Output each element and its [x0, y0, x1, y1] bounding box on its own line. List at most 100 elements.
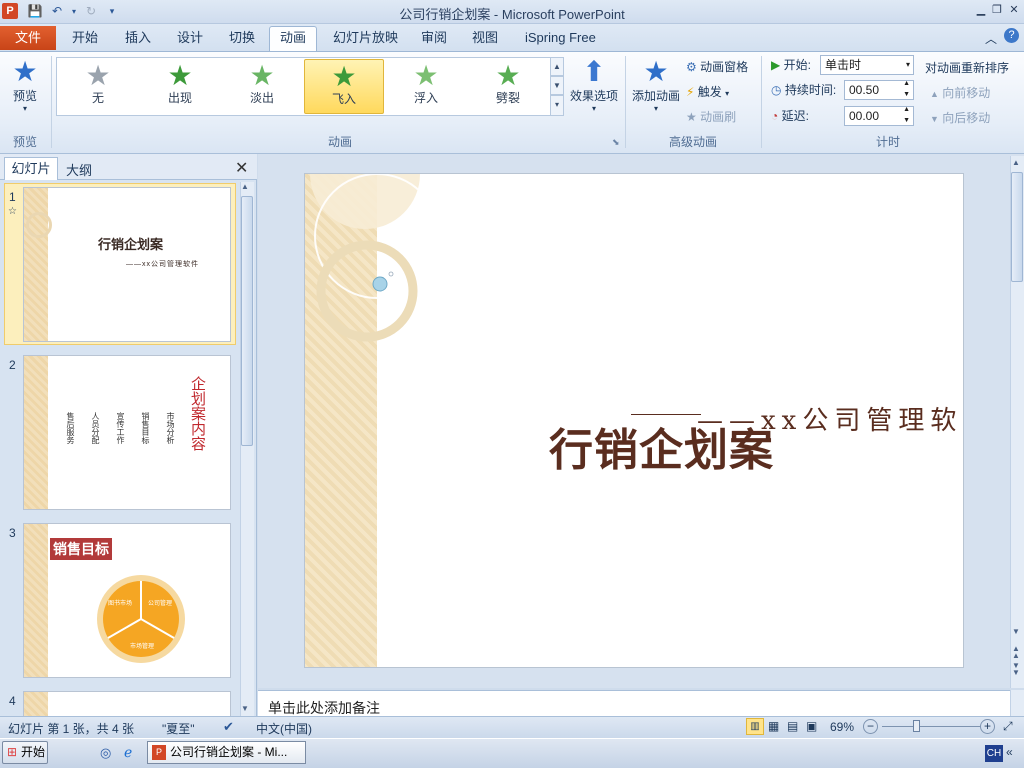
scroll-up-icon[interactable]: ▲ [1012, 158, 1020, 167]
dialog-launcher-icon[interactable]: ⬊ [612, 137, 620, 148]
previous-slide-icon[interactable]: ▲ ▲ [1012, 645, 1020, 660]
scroll-down-icon[interactable]: ▼ [241, 704, 249, 713]
zoom-out-icon[interactable]: − [863, 719, 878, 734]
group-label-advanced-animation: 高级动画 [668, 135, 717, 149]
reorder-title: 对动画重新排序 [925, 61, 1010, 75]
tab-slides[interactable]: 幻灯片 [4, 157, 58, 180]
current-slide[interactable]: ——xx公司管理软件 行销企划案 [304, 173, 964, 668]
move-earlier-button[interactable]: ▲ 向前移动 [930, 83, 990, 103]
slide-thumbnail-3[interactable]: 销售目标 图书市场 公司管理 市场管理 [23, 523, 231, 678]
slide-thumbnail-2[interactable]: 企划案内容 市场分析 销售目标 宣传工作 人员分配 售后服务 [23, 355, 231, 510]
gallery-item-label: 出现 [167, 91, 192, 105]
thumb-title: 企划案内容 [189, 376, 206, 451]
tab-file[interactable]: 文件 [0, 26, 56, 50]
input-language-indicator[interactable]: CH [985, 745, 1003, 762]
tab-ispring[interactable]: iSpring Free [525, 29, 596, 49]
scroll-up-icon[interactable]: ▲ [241, 182, 249, 191]
spin-arrows-icon[interactable]: ▲ ▼ [903, 78, 910, 100]
close-icon[interactable]: ✕ [1007, 3, 1021, 17]
slide-thumbnail-1[interactable]: 行销企划案 ——xx公司管理软件 [23, 187, 231, 342]
language-indicator[interactable]: 中文(中国) [256, 720, 312, 737]
start-dropdown[interactable]: 单击时 ▾ [820, 55, 914, 75]
next-slide-icon[interactable]: ▼ ▼ [1012, 662, 1020, 677]
normal-view-icon[interactable]: ▥ [746, 718, 764, 735]
slide-thumbnail-4[interactable] [23, 691, 231, 716]
decor-bubble [372, 276, 388, 292]
animation-painter-button[interactable]: ★ 动画刷 [686, 107, 736, 127]
preview-star-icon: ★ [12, 56, 38, 87]
help-icon[interactable]: ? [1004, 28, 1019, 43]
spin-arrows-icon[interactable]: ▲ ▼ [903, 104, 910, 126]
notes-placeholder: 单击此处添加备注 [268, 700, 380, 716]
thumb-item: 销售目标 [141, 412, 150, 444]
gallery-item-none[interactable]: ★ 无 [58, 59, 138, 114]
restore-icon[interactable]: ❐ [990, 3, 1004, 17]
notes-scrollbar[interactable] [1010, 690, 1024, 716]
gallery-item-fly-in[interactable]: ★ 飞入 [304, 59, 384, 114]
tray-expand-icon[interactable]: « [1006, 745, 1013, 759]
scrollbar-thumb[interactable] [241, 196, 253, 446]
move-later-label: 向后移动 [942, 111, 991, 125]
taskbar-item-label: 公司行销企划案 - Mi... [170, 745, 288, 759]
move-later-button[interactable]: ▼ 向后移动 [930, 108, 990, 128]
scrollbar-thumb[interactable] [1011, 172, 1023, 282]
gallery-scroll-down-icon[interactable]: ▼ [550, 76, 564, 95]
gallery-scroll-up-icon[interactable]: ▲ [550, 57, 564, 76]
taskbar-item-powerpoint[interactable]: P 公司行销企划案 - Mi... [147, 741, 306, 764]
tab-outline[interactable]: 大纲 [66, 160, 92, 179]
scroll-down-icon[interactable]: ▼ [1012, 627, 1020, 636]
tab-animations[interactable]: 动画 [269, 26, 317, 52]
zoom-slider-thumb[interactable] [912, 720, 920, 732]
tab-view[interactable]: 视图 [472, 29, 498, 49]
group-label-preview: 预览 [12, 135, 37, 149]
decor-circles [310, 174, 425, 342]
trigger-label: 触发 [697, 85, 722, 99]
zoom-in-icon[interactable]: + [980, 719, 995, 734]
spell-check-icon[interactable]: ✔ [223, 719, 234, 735]
tab-design[interactable]: 设计 [177, 29, 203, 49]
delay-label: ◔ 延迟: [771, 106, 809, 126]
slide-show-icon[interactable]: ▣ [806, 719, 817, 733]
theme-name[interactable]: "夏至" [162, 720, 195, 737]
thumb-title: 行销企划案 [98, 237, 164, 252]
tab-insert[interactable]: 插入 [125, 29, 151, 49]
preview-label: 预览 [12, 89, 37, 103]
gallery-item-label: 飞入 [331, 92, 356, 106]
tab-home[interactable]: 开始 [72, 29, 98, 49]
gallery-item-label: 淡出 [249, 91, 274, 105]
slide-title[interactable]: 行销企划案 [549, 414, 774, 478]
slide-sorter-icon[interactable]: ▦ [768, 719, 779, 733]
animation-pane-button[interactable]: ⚙ 动画窗格 [686, 57, 748, 77]
gallery-item-split[interactable]: ★ 劈裂 [468, 59, 548, 114]
duration-stepper[interactable]: 00.50 ▲ ▼ [844, 80, 914, 100]
tab-transitions[interactable]: 切换 [229, 29, 255, 49]
preview-button[interactable]: ★ 预览 ▾ [4, 56, 46, 114]
ie-browser-icon[interactable]: ℯ [124, 744, 132, 761]
effect-options-button[interactable]: ⬆ 效果选项 ▾ [567, 57, 621, 114]
trigger-button[interactable]: ⚡ 触发 ▾ [686, 82, 729, 102]
gallery-item-label: 浮入 [413, 91, 438, 105]
thumbnail-decor-band [24, 692, 48, 716]
close-icon[interactable]: ✕ [235, 158, 248, 178]
tab-review[interactable]: 审阅 [421, 29, 447, 49]
notes-pane[interactable]: 单击此处添加备注 [258, 690, 1010, 716]
show-desktop-icon[interactable]: ◎ [100, 745, 111, 761]
thumb-item: 市场分析 [166, 412, 175, 444]
reading-view-icon[interactable]: ▤ [787, 719, 798, 733]
gallery-item-fade[interactable]: ★ 淡出 [222, 59, 302, 114]
gallery-more-icon[interactable]: ▾ [550, 95, 564, 116]
fit-to-window-icon[interactable]: ⤢ [1003, 719, 1013, 734]
minimize-icon[interactable]: ▁ [974, 3, 988, 17]
separator [51, 56, 52, 148]
add-animation-button[interactable]: ★ 添加动画 ▾ [629, 57, 683, 114]
gallery-item-float-in[interactable]: ★ 浮入 [386, 59, 466, 114]
gallery-item-appear[interactable]: ★ 出现 [140, 59, 220, 114]
delay-stepper[interactable]: 00.00 ▲ ▼ [844, 106, 914, 126]
thumbnail-decor-band [24, 356, 48, 509]
tab-slide-show[interactable]: 幻灯片放映 [333, 29, 398, 49]
minimize-ribbon-icon[interactable]: ︿ [985, 30, 997, 47]
start-button[interactable]: ⊞ 开始 [2, 741, 48, 764]
star-green-icon: ★ [249, 60, 275, 91]
zoom-level[interactable]: 69% [830, 720, 854, 734]
zoom-slider-track[interactable] [882, 726, 980, 727]
